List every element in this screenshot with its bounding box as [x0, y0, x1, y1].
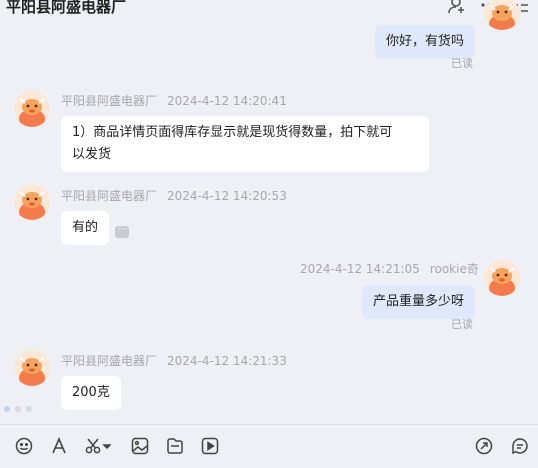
screenshot-button[interactable]	[84, 436, 112, 456]
my-avatar[interactable]	[484, 0, 520, 30]
image-button[interactable]	[130, 436, 150, 456]
message-bubble[interactable]: 产品重量多少呀	[362, 285, 476, 319]
scissors-icon	[85, 438, 111, 454]
sender-avatar[interactable]	[14, 350, 50, 386]
read-status: 已读	[451, 57, 473, 70]
chat-title: 平阳县阿盛电器厂	[6, 0, 127, 16]
quick-reply-button[interactable]	[510, 436, 530, 456]
sender-name: 平阳县阿盛电器厂	[61, 189, 158, 203]
input-divider	[0, 424, 538, 425]
sender-avatar[interactable]	[14, 184, 50, 220]
message-meta: 平阳县阿盛电器厂 2024-4-12 14:21:33	[61, 352, 287, 369]
message-time: 2024-4-12 14:21:33	[167, 354, 287, 368]
message-text-line: 1）商品详情页面得库存显示就是现货得数量，拍下就可	[72, 125, 393, 140]
message-bubble[interactable]: 1）商品详情页面得库存显示就是现货得数量，拍下就可 以发货	[61, 116, 429, 172]
carousel-dot[interactable]	[15, 406, 21, 412]
sender-name: rookie奇	[429, 262, 479, 276]
carousel-dots	[4, 406, 32, 412]
message-more-button[interactable]: ···	[115, 226, 129, 238]
input-toolbar	[0, 436, 538, 458]
share-icon	[475, 437, 493, 455]
add-user-icon[interactable]	[448, 0, 466, 14]
file-button[interactable]	[165, 436, 185, 456]
message-meta: 平阳县阿盛电器厂 2024-4-12 14:20:53	[61, 187, 287, 204]
video-icon	[201, 437, 219, 455]
font-button[interactable]	[49, 436, 69, 456]
video-button[interactable]	[200, 436, 220, 456]
carousel-dot[interactable]	[26, 406, 32, 412]
sender-name: 平阳县阿盛电器厂	[61, 94, 158, 108]
message-bubble[interactable]: 200克	[61, 376, 121, 410]
message-time: 2024-4-12 14:20:41	[167, 94, 287, 108]
message-time: 2024-4-12 14:21:05	[300, 262, 420, 276]
file-icon	[167, 438, 183, 454]
sender-name: 平阳县阿盛电器厂	[61, 354, 158, 368]
chat-header: 平阳县阿盛电器厂	[0, 0, 538, 16]
message-text-line: 以发货	[72, 147, 112, 162]
quick-reply-icon	[512, 438, 528, 455]
image-icon	[131, 437, 149, 455]
read-status: 已读	[451, 318, 473, 331]
emoji-button[interactable]	[14, 436, 34, 456]
my-avatar[interactable]	[484, 260, 520, 296]
message-bubble[interactable]: 你好，有货吗	[375, 25, 476, 59]
message-time: 2024-4-12 14:20:53	[167, 189, 287, 203]
message-bubble[interactable]: 有的	[61, 211, 110, 245]
emoji-icon	[15, 437, 33, 455]
font-icon	[52, 437, 66, 454]
share-button[interactable]	[474, 436, 494, 456]
message-meta: 2024-4-12 14:21:05 rookie奇	[300, 260, 479, 277]
carousel-dot[interactable]	[4, 406, 10, 412]
message-meta: 平阳县阿盛电器厂 2024-4-12 14:20:41	[61, 92, 287, 109]
sender-avatar[interactable]	[14, 91, 50, 127]
